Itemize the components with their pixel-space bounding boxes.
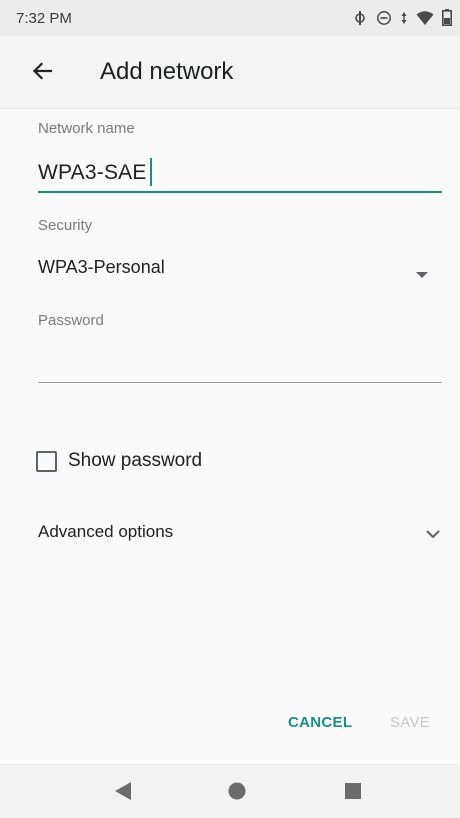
page-title: Add network xyxy=(100,58,234,85)
back-button[interactable] xyxy=(22,53,62,93)
battery-icon xyxy=(442,9,452,26)
nav-recents-button[interactable] xyxy=(339,779,367,807)
nav-back-icon xyxy=(114,781,132,806)
network-name-label: Network name xyxy=(38,120,135,137)
save-button[interactable]: SAVE xyxy=(390,714,430,731)
show-password-checkbox[interactable] xyxy=(36,450,57,472)
arrow-back-icon xyxy=(31,60,53,87)
security-value: WPA3-Personal xyxy=(38,257,165,277)
nav-recents-icon xyxy=(344,782,362,805)
show-password-row[interactable]: Show password xyxy=(36,446,202,476)
cancel-button[interactable]: CANCEL xyxy=(288,714,352,731)
nav-home-button[interactable] xyxy=(223,779,251,807)
wifi-icon xyxy=(416,10,434,26)
password-underline xyxy=(38,382,442,383)
text-cursor xyxy=(150,158,152,186)
security-dropdown[interactable]: WPA3-Personal xyxy=(38,252,442,286)
navigation-bar xyxy=(0,764,460,818)
network-name-input[interactable] xyxy=(38,156,442,190)
status-time: 7:32 PM xyxy=(16,10,72,27)
security-label: Security xyxy=(38,217,93,234)
data-arrows-icon xyxy=(400,10,408,26)
status-icons xyxy=(352,9,452,26)
chevron-down-icon xyxy=(426,526,440,544)
sync-icon xyxy=(352,10,368,26)
app-bar: Add network xyxy=(0,36,460,109)
advanced-options-row[interactable]: Advanced options xyxy=(38,518,442,546)
status-bar: 7:32 PM xyxy=(0,0,460,36)
network-name-underline xyxy=(38,191,442,193)
nav-back-button[interactable] xyxy=(109,779,137,807)
password-input[interactable] xyxy=(38,345,442,377)
dropdown-arrow-icon xyxy=(416,266,428,284)
do-not-disturb-icon xyxy=(376,10,392,26)
password-label: Password xyxy=(38,312,104,329)
nav-home-icon xyxy=(227,781,247,806)
show-password-label: Show password xyxy=(68,450,203,471)
advanced-options-label: Advanced options xyxy=(38,522,174,541)
